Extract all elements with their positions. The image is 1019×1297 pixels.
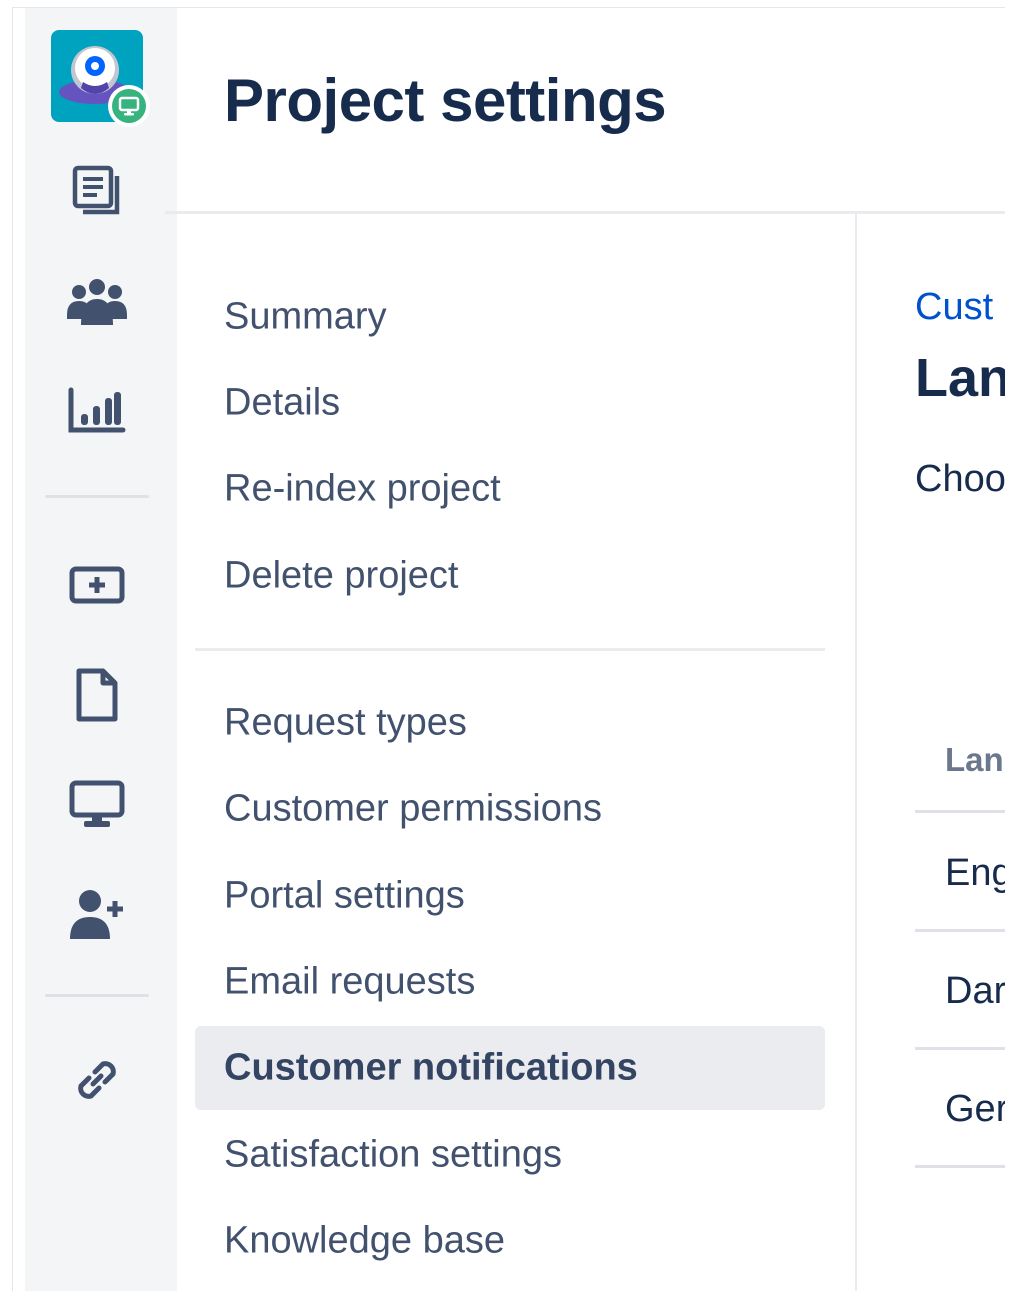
reports-icon — [68, 387, 126, 433]
nav-item-customer-permissions[interactable]: Customer permissions — [195, 767, 825, 851]
content-heading: Lan — [915, 348, 1005, 408]
nav-item-re-index-project[interactable]: Re-index project — [195, 447, 825, 531]
nav-item-summary[interactable]: Summary — [195, 275, 825, 359]
nav-item-label: Knowledge base — [224, 1219, 505, 1262]
nav-item-label: Satisfaction settings — [224, 1133, 562, 1176]
service-desk-badge-icon — [118, 96, 140, 116]
avatar-badge — [108, 85, 150, 127]
queues-icon — [72, 165, 120, 215]
table-row-divider — [915, 1165, 1005, 1168]
nav-item-knowledge-base[interactable]: Knowledge base — [195, 1199, 825, 1283]
nav-item-label: Re-index project — [224, 467, 501, 510]
table-column-header: Lan — [945, 741, 1004, 778]
customer-channels-icon — [69, 780, 125, 827]
table-row-divider — [915, 1047, 1005, 1050]
nav-item-label: Email requests — [224, 960, 476, 1003]
project-link-icon — [78, 1061, 116, 1099]
content-description: Choo — [915, 458, 1005, 500]
customer-channels-button[interactable] — [65, 773, 129, 837]
panel-divider — [855, 214, 857, 1291]
project-link-button[interactable] — [65, 1048, 129, 1112]
customers-button[interactable] — [65, 269, 129, 333]
nav-item-request-types[interactable]: Request types — [195, 681, 825, 765]
knowledge-base-icon — [76, 668, 118, 722]
nav-item-label: Delete project — [224, 554, 459, 597]
nav-item-label: Details — [224, 381, 341, 424]
nav-item-portal-settings[interactable]: Portal settings — [195, 854, 825, 938]
table-header-divider — [915, 810, 1005, 813]
nav-item-satisfaction-settings[interactable]: Satisfaction settings — [195, 1113, 825, 1197]
project-avatar[interactable] — [51, 30, 150, 127]
knowledge-base-button[interactable] — [65, 663, 129, 727]
raise-request-button[interactable] — [65, 553, 129, 617]
nav-item-label: Summary — [224, 295, 387, 338]
table-row: Dar — [945, 970, 1005, 1012]
nav-item-customer-notifications[interactable]: Customer notifications — [195, 1026, 825, 1110]
table-row-divider — [915, 929, 1005, 932]
page-title: Project settings — [224, 67, 667, 134]
reports-button[interactable] — [65, 378, 129, 442]
window-edge — [13, 8, 25, 1291]
rail-divider — [45, 495, 149, 498]
project-sidebar-rail — [25, 8, 177, 1291]
nav-item-email-requests[interactable]: Email requests — [195, 940, 825, 1024]
app-window: Project settings Summary Details Re-inde… — [12, 7, 1005, 1291]
header-divider — [165, 211, 1005, 214]
queues-button[interactable] — [65, 158, 129, 222]
raise-request-icon — [69, 566, 125, 604]
rail-divider — [45, 994, 149, 997]
nav-item-delete-project[interactable]: Delete project — [195, 534, 825, 618]
breadcrumb[interactable]: Cust — [915, 286, 993, 329]
nav-item-label: Customer permissions — [224, 787, 602, 830]
settings-content: Cust Lan Choo Lan Eng Dar Ger — [915, 214, 1005, 1291]
nav-item-label: Request types — [224, 701, 467, 744]
customers-icon — [67, 279, 127, 325]
nav-item-label: Portal settings — [224, 874, 465, 917]
nav-item-details[interactable]: Details — [195, 361, 825, 445]
invite-team-button[interactable] — [65, 883, 129, 947]
invite-team-icon — [70, 890, 123, 939]
nav-item-label: Customer notifications — [224, 1046, 638, 1089]
table-row: Ger — [945, 1088, 1005, 1130]
table-row: Eng — [945, 852, 1005, 894]
nav-divider — [195, 648, 825, 651]
